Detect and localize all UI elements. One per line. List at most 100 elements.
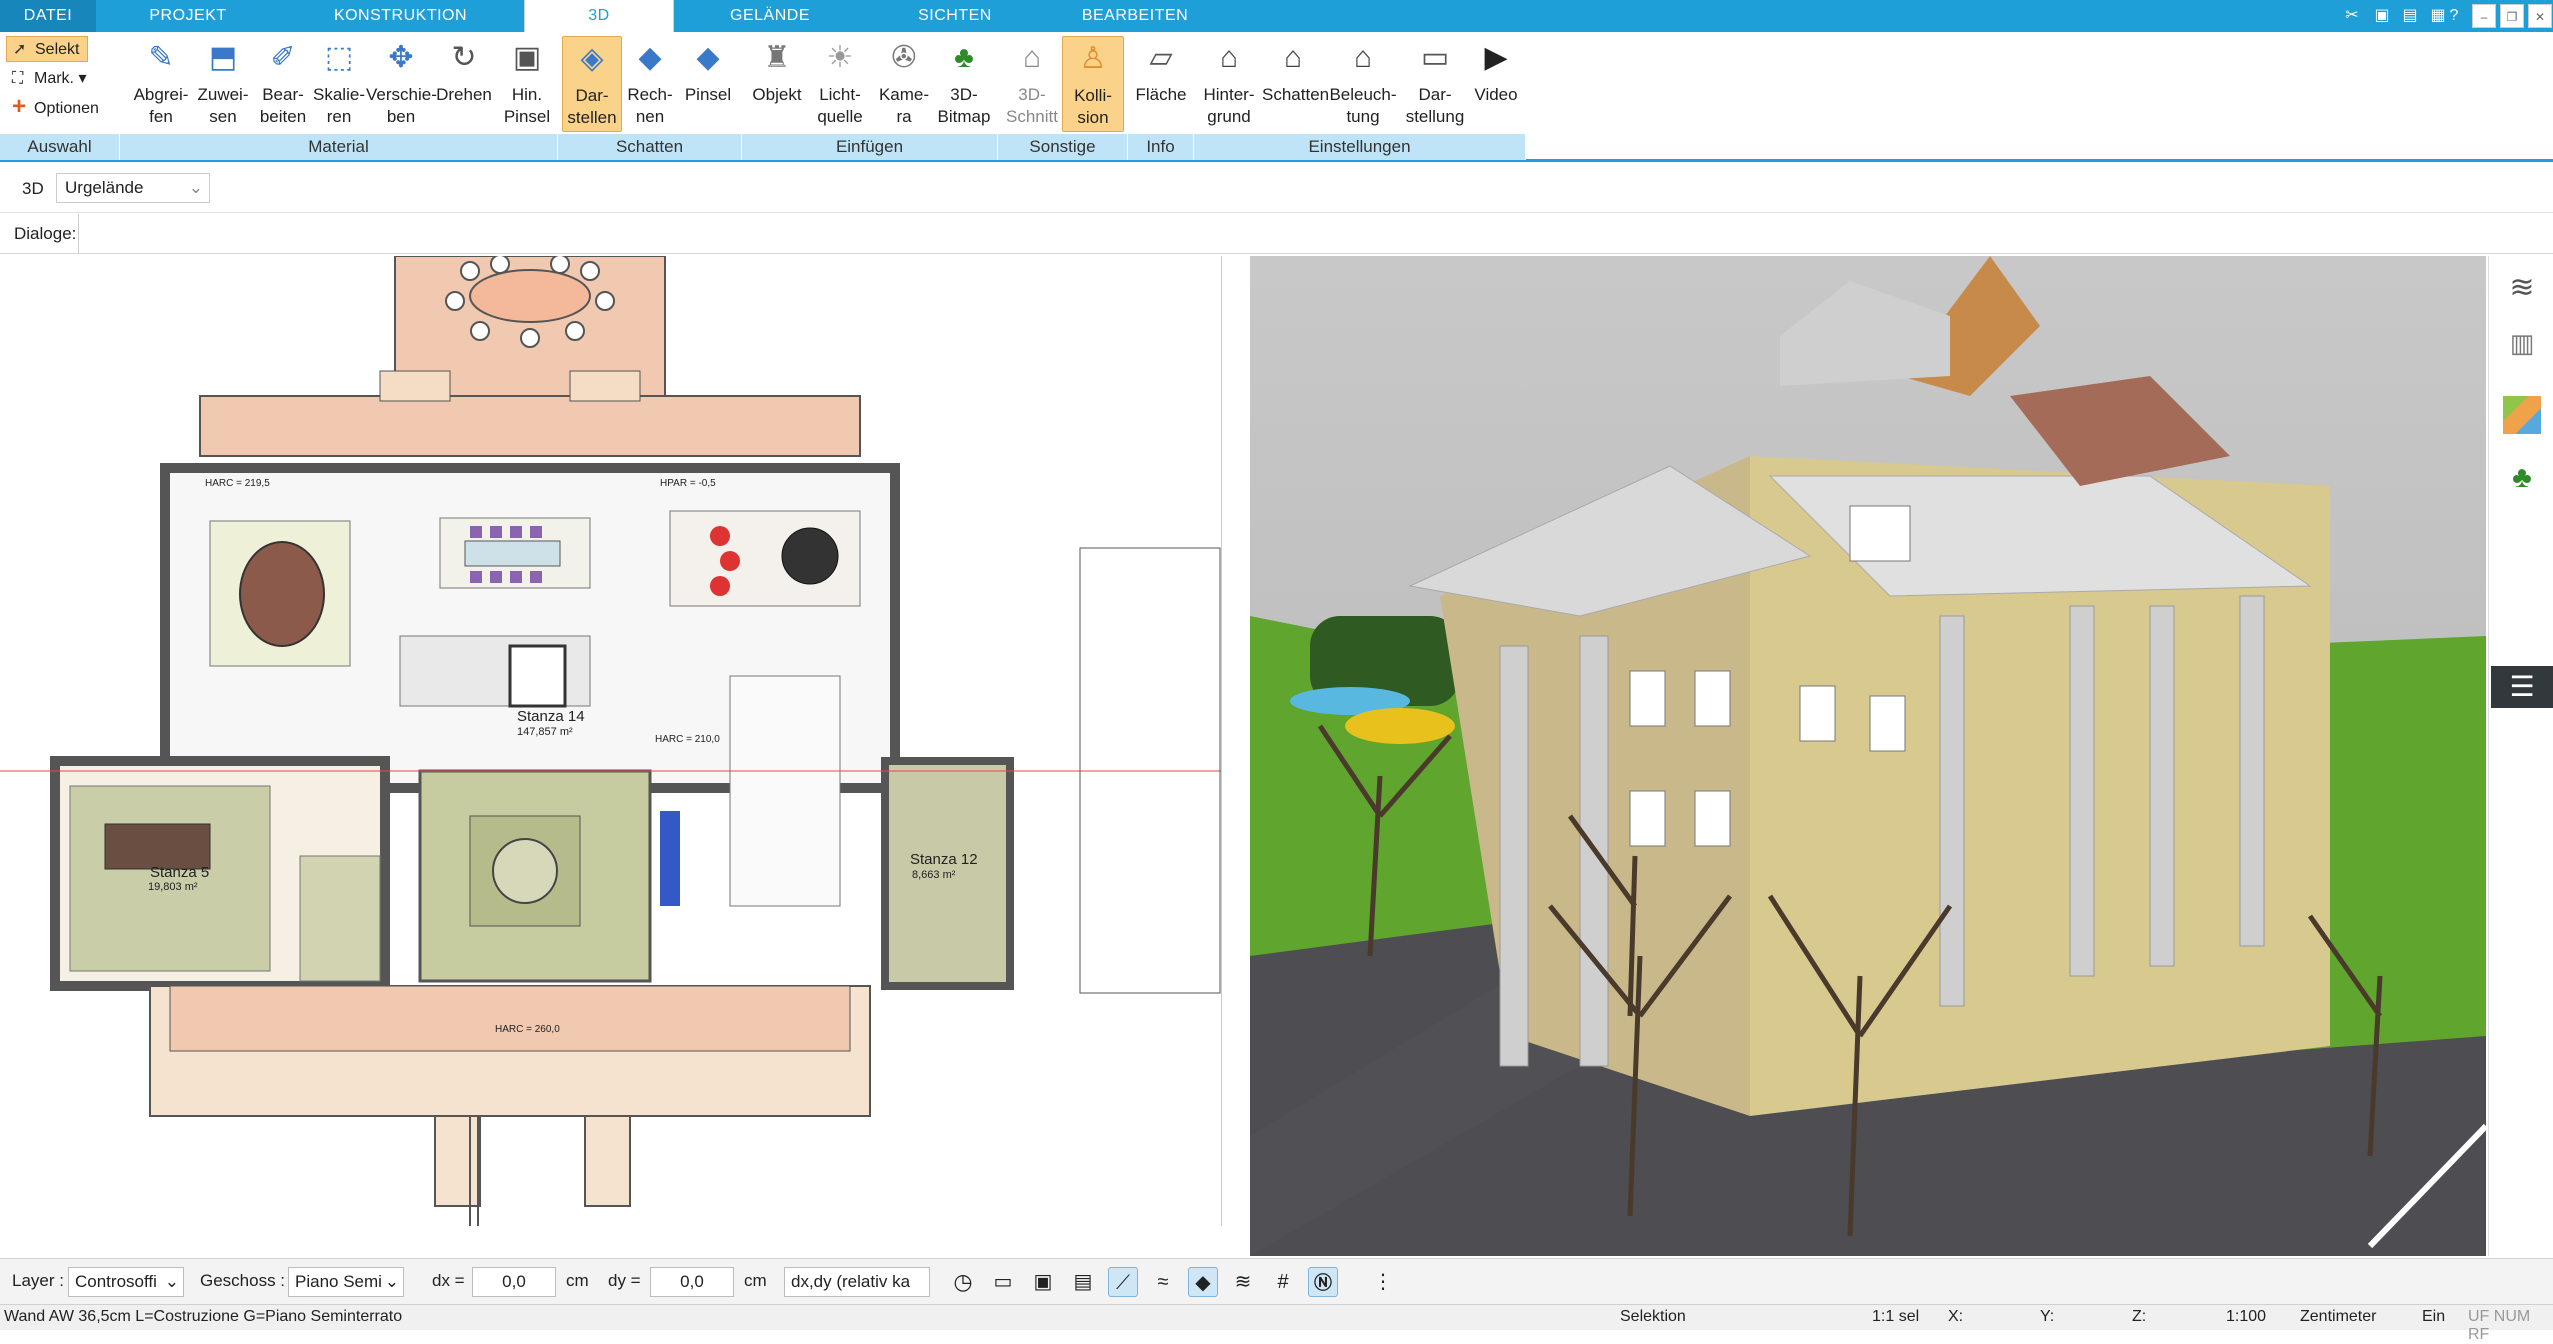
ribbon-button-schatten-0[interactable]: ◈ Dar- stellen xyxy=(562,36,622,132)
plus-icon: + xyxy=(12,93,27,120)
print-icon[interactable]: ▤ xyxy=(2398,4,2422,28)
tab-bearbeiten[interactable]: BEARBEITEN xyxy=(1050,0,1220,32)
materials-icon[interactable] xyxy=(2503,396,2541,434)
dx-input[interactable]: 0,0 xyxy=(472,1267,556,1297)
more-icon[interactable]: ⋮ xyxy=(1368,1267,1398,1297)
layer-select[interactable]: Controsoffi ⌄ xyxy=(68,1267,184,1297)
room-label: Stanza 12 xyxy=(910,851,978,868)
house-icon: ⌂ xyxy=(1283,41,1303,74)
ribbon-button-einfuegen-0[interactable]: ♜ Objekt xyxy=(746,36,808,132)
ribbon-button-label: Skalie- ren xyxy=(313,85,365,126)
ribbon-button-einfuegen-3[interactable]: ♣ 3D- Bitmap xyxy=(932,36,996,132)
ribbon-button-material-1[interactable]: ⬒ Zuwei- sen xyxy=(192,36,254,132)
close-button[interactable]: ✕ xyxy=(2528,4,2552,28)
house-icon: ⌂ xyxy=(1353,41,1373,74)
room-label: Stanza 5 xyxy=(150,864,210,881)
ribbon-button-material-5[interactable]: ↻ Drehen xyxy=(432,36,496,132)
ribbon-button-info-0[interactable]: ▱ Fläche xyxy=(1130,36,1192,132)
geschoss-select[interactable]: Piano Semi ⌄ xyxy=(288,1267,404,1297)
tree-icon: ♣ xyxy=(954,41,974,74)
cube-brush-icon: ◆ xyxy=(696,41,720,74)
ribbon-button-label: 3D- Bitmap xyxy=(937,85,991,126)
ribbon-button-schatten-1[interactable]: ◆ Rech- nen xyxy=(620,36,680,132)
tools-icon[interactable]: ✂ xyxy=(2340,4,2364,28)
ribbon-button-einfuegen-1[interactable]: ☀ Licht- quelle xyxy=(808,36,872,132)
grid-icon[interactable]: # xyxy=(1268,1267,1298,1297)
status-scale: 1:100 xyxy=(2226,1308,2267,1325)
dimension-label: HARC = 219,5 xyxy=(205,478,270,489)
tab-3d[interactable]: 3D xyxy=(524,0,674,34)
camera-icon: ✇ xyxy=(891,41,917,74)
dy-input[interactable]: 0,0 xyxy=(650,1267,734,1297)
ribbon-button-einstellungen-0[interactable]: ⌂ Hinter- grund xyxy=(1198,36,1260,132)
coordinate-mode-value: dx,dy (relativ ka xyxy=(791,1272,911,1291)
ribbon-button-material-0[interactable]: ✎ Abgrei- fen xyxy=(130,36,192,132)
status-bar: Wand AW 36,5cm L=Costruzione G=Piano Sem… xyxy=(0,1304,2553,1343)
floor-plan-view[interactable]: Stanza 14 147,857 m² Stanza 5 19,803 m² … xyxy=(0,256,1222,1226)
ribbon-button-label: Drehen xyxy=(436,85,492,104)
chair-icon: ♜ xyxy=(763,41,791,74)
ortho-icon[interactable]: ≈ xyxy=(1148,1267,1178,1297)
ribbon-button-einstellungen-3[interactable]: ▭ Dar- stellung xyxy=(1404,36,1466,132)
layers-toggle-icon[interactable]: ▤ xyxy=(1068,1267,1098,1297)
ribbon-button-label: Rech- nen xyxy=(627,85,673,126)
selekt-button[interactable]: ➚ Selekt xyxy=(6,36,88,62)
tab-projekt[interactable]: PROJEKT xyxy=(118,0,258,32)
terrain-select[interactable]: Urgelände ⌄ xyxy=(56,173,210,203)
ribbon-button-label: Objekt xyxy=(752,85,802,104)
person-icon: ♙ xyxy=(1079,42,1107,75)
selekt-label: Selekt xyxy=(35,41,80,58)
3d-view[interactable] xyxy=(1250,256,2486,1256)
ribbon-button-sonstige-1[interactable]: ♙ Kolli- sion xyxy=(1062,36,1124,132)
ribbon-button-label: Bear- beiten xyxy=(259,85,307,126)
mark-button[interactable]: ⛶ Mark. ▾ xyxy=(6,66,96,92)
optionen-button[interactable]: + Optionen xyxy=(6,93,106,122)
ribbon-button-material-6[interactable]: ▣ Hin. Pinsel xyxy=(496,36,558,132)
tab-datei[interactable]: DATEI xyxy=(0,0,96,32)
minimize-button[interactable]: – xyxy=(2472,4,2496,28)
clock-icon[interactable]: ◷ xyxy=(948,1267,978,1297)
edit-icon: ✐ xyxy=(270,41,296,74)
ribbon-button-einstellungen-1[interactable]: ⌂ Schatten xyxy=(1262,36,1329,132)
north-icon[interactable]: Ⓝ xyxy=(1308,1267,1338,1297)
tab-konstruktion[interactable]: KONSTRUKTION xyxy=(318,0,483,32)
ribbon-button-einfuegen-2[interactable]: ✇ Kame- ra xyxy=(872,36,936,132)
ribbon-button-label: Kame- ra xyxy=(878,85,930,126)
tab-sichten[interactable]: SICHTEN xyxy=(890,0,1020,32)
divider xyxy=(78,214,79,254)
rotate-icon: ↻ xyxy=(451,41,477,74)
layer-stack-icon[interactable]: ≋ xyxy=(1228,1267,1258,1297)
bottom-toolbar: Layer : Controsoffi ⌄ Geschoss : Piano S… xyxy=(0,1258,2553,1304)
ribbon-button-label: Hinter- grund xyxy=(1203,85,1255,126)
ribbon-button-einstellungen-4[interactable]: ▶ Video xyxy=(1466,36,1526,132)
ribbon-button-label: Fläche xyxy=(1135,85,1187,104)
ribbon-button-label: Verschie- ben xyxy=(366,85,437,126)
dx-label: dx = xyxy=(432,1271,465,1290)
ribbon-button-schatten-2[interactable]: ◆ Pinsel xyxy=(678,36,738,132)
status-unit: Zentimeter xyxy=(2300,1308,2377,1325)
window-icon[interactable]: ▣ xyxy=(2370,4,2394,28)
apply-icon: ⬒ xyxy=(208,41,238,74)
ribbon-button-material-2[interactable]: ✐ Bear- beiten xyxy=(252,36,314,132)
ribbon-button-label: Dar- stellen xyxy=(567,86,617,127)
help-icon[interactable]: ? xyxy=(2442,4,2466,28)
coordinate-mode-select[interactable]: dx,dy (relativ ka xyxy=(784,1267,930,1297)
furniture-icon[interactable]: ▥ xyxy=(2503,328,2541,366)
ribbon-button-material-4[interactable]: ✥ Verschie- ben xyxy=(366,36,437,132)
layers-icon[interactable]: ≋ xyxy=(2503,270,2541,308)
monitor-icon[interactable]: ▭ xyxy=(988,1267,1018,1297)
restore-button[interactable]: ❐ xyxy=(2500,4,2524,28)
dialoge-label: Dialoge: xyxy=(14,224,77,243)
tree-icon[interactable]: ♣ xyxy=(2503,461,2541,499)
ribbon-button-material-3[interactable]: ⬚ Skalie- ren xyxy=(308,36,370,132)
ribbon-button-sonstige-0[interactable]: ⌂ 3D- Schnitt xyxy=(1002,36,1062,132)
ribbon-tabbar: DATEI PROJEKT KONSTRUKTION 3D GELÄNDE SI… xyxy=(0,0,2553,34)
snap-icon[interactable]: ⟋ xyxy=(1108,1267,1138,1297)
tab-gelaende[interactable]: GELÄNDE xyxy=(700,0,840,32)
status-ein: Ein xyxy=(2422,1308,2446,1325)
ribbon-button-label: Zuwei- sen xyxy=(197,85,249,126)
ribbon-button-einstellungen-2[interactable]: ⌂ Beleuch- tung xyxy=(1328,36,1398,132)
plane-icon[interactable]: ◆ xyxy=(1188,1267,1218,1297)
camera-icon[interactable]: ▣ xyxy=(1028,1267,1058,1297)
menu-icon[interactable]: ☰ xyxy=(2491,666,2553,708)
